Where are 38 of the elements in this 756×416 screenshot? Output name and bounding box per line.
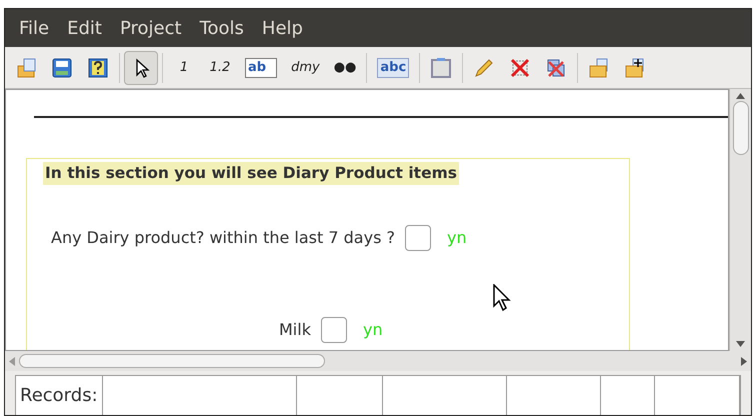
records-label: Records: bbox=[16, 376, 103, 415]
question-label: Any Dairy product? within the last 7 days ? bbox=[51, 227, 395, 250]
frame-icon bbox=[430, 56, 452, 78]
text-field-tool-button[interactable]: ab bbox=[239, 50, 284, 84]
checkbox[interactable] bbox=[404, 225, 431, 252]
folder-icon bbox=[588, 56, 610, 78]
vertical-scrollbar[interactable] bbox=[729, 89, 751, 351]
delete-copy-icon bbox=[545, 56, 568, 78]
tool-button[interactable]: dmy bbox=[285, 50, 326, 84]
tool-button[interactable]: ●● bbox=[328, 50, 362, 84]
menu-item[interactable]: File bbox=[19, 14, 50, 42]
tool-button[interactable] bbox=[124, 50, 158, 84]
scroll-left-icon[interactable] bbox=[9, 356, 15, 366]
menu-item[interactable]: Project bbox=[120, 14, 182, 42]
save-icon bbox=[51, 56, 73, 78]
field-type-label: yn bbox=[446, 227, 467, 250]
scroll-up-icon[interactable] bbox=[736, 93, 745, 99]
section-title: In this section you will see Diary Product items bbox=[43, 162, 459, 186]
mouse-cursor-icon bbox=[492, 284, 512, 312]
label-tool-button[interactable]: abc bbox=[371, 50, 416, 84]
menu-item[interactable]: Tools bbox=[200, 14, 244, 42]
delete-icon bbox=[509, 56, 532, 78]
scrollbar-thumb[interactable] bbox=[19, 354, 325, 368]
scroll-down-icon[interactable] bbox=[736, 341, 745, 347]
horizontal-scrollbar[interactable] bbox=[5, 351, 751, 371]
checkbox[interactable] bbox=[320, 317, 347, 344]
add-folder-icon bbox=[624, 56, 646, 78]
tool-button[interactable]: 1.2 bbox=[203, 50, 237, 84]
menu-item[interactable]: Help bbox=[262, 14, 303, 42]
field-type-label: yn bbox=[362, 319, 383, 342]
pencil-icon bbox=[473, 56, 496, 78]
menu-item[interactable]: Edit bbox=[67, 14, 102, 42]
open-folder-icon bbox=[15, 56, 37, 78]
tool-button[interactable]: 1 bbox=[167, 50, 201, 84]
scroll-right-icon[interactable] bbox=[741, 356, 747, 366]
scrollbar-thumb[interactable] bbox=[732, 101, 748, 155]
question-label: Milk bbox=[279, 319, 311, 342]
help-icon bbox=[87, 56, 109, 78]
